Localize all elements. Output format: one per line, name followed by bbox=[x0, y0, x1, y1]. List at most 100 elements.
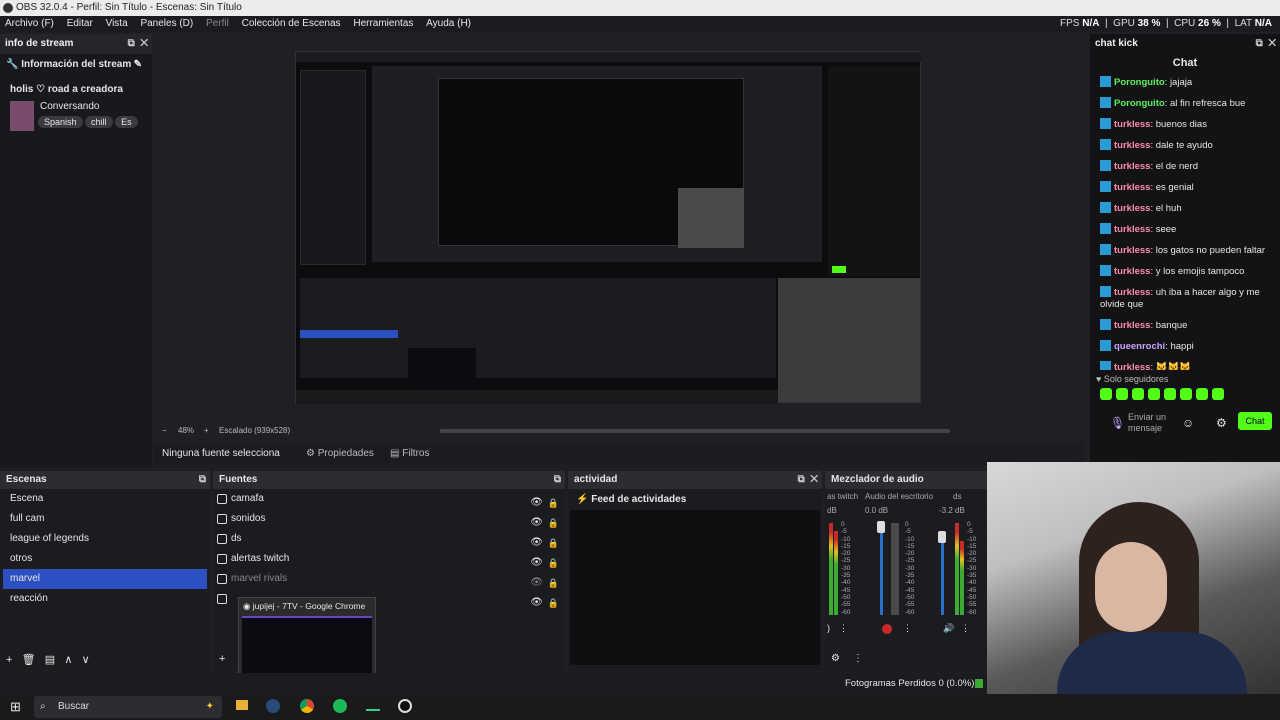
speaker-icon[interactable]: 🔊 bbox=[943, 623, 954, 634]
db-tick: -30 bbox=[967, 564, 977, 572]
chat-username[interactable]: turkless bbox=[1114, 119, 1150, 130]
muted-icon[interactable] bbox=[882, 624, 892, 634]
float-icon[interactable]: ⧉ bbox=[1256, 38, 1263, 49]
channel-db: -3.2 dB bbox=[939, 506, 965, 515]
emote-icon[interactable] bbox=[1212, 388, 1224, 400]
emote-icon[interactable] bbox=[1164, 388, 1176, 400]
lock-icon[interactable]: 🔒 bbox=[548, 593, 559, 613]
menu-ayuda[interactable]: Ayuda (H) bbox=[421, 16, 476, 32]
chat-username[interactable]: turkless bbox=[1114, 266, 1150, 277]
dock-menu-icon[interactable]: ⧉ bbox=[554, 471, 561, 489]
mic-icon[interactable]: 🎙 bbox=[1110, 416, 1125, 430]
chat-username[interactable]: Poronguito bbox=[1114, 77, 1165, 88]
zoom-in-icon[interactable]: + bbox=[204, 426, 209, 435]
emote-icon[interactable] bbox=[1100, 388, 1112, 400]
chat-username[interactable]: turkless bbox=[1114, 362, 1150, 370]
close-icon[interactable]: ✕ bbox=[810, 474, 818, 485]
source-label: camafa bbox=[231, 493, 264, 504]
chat-username[interactable]: queenrochi bbox=[1114, 341, 1165, 352]
settings-icon[interactable]: ⚙ bbox=[1216, 416, 1227, 430]
more-icon[interactable]: ⋮ bbox=[839, 623, 848, 634]
volume-slider[interactable] bbox=[880, 523, 883, 615]
source-item[interactable]: marvel rivals 👁 🔒 bbox=[213, 569, 565, 589]
chat-username[interactable]: turkless bbox=[1114, 182, 1150, 193]
chat-text: los gatos no pueden faltar bbox=[1155, 245, 1266, 256]
terminal-icon[interactable] bbox=[366, 701, 380, 711]
scene-item[interactable]: reacción bbox=[3, 589, 207, 609]
program-preview[interactable] bbox=[295, 51, 922, 404]
menu-archivo[interactable]: Archivo (F) bbox=[0, 16, 59, 32]
more-icon[interactable]: ⋮ bbox=[961, 623, 970, 634]
stats-bar: FPS N/A | GPU 38 % | CPU 26 % | LAT N/A bbox=[1059, 18, 1272, 29]
filters-button[interactable]: ▤ Filtros bbox=[390, 443, 429, 465]
source-item[interactable]: ds 👁 🔒 bbox=[213, 529, 565, 549]
scene-item[interactable]: full cam bbox=[3, 509, 207, 529]
chat-username[interactable]: turkless bbox=[1114, 161, 1150, 172]
emote-icon[interactable] bbox=[1180, 388, 1192, 400]
taskbar-search[interactable]: ⌕ Buscar ✦ bbox=[34, 696, 222, 718]
close-icon[interactable]: ✕ bbox=[140, 38, 148, 49]
remove-icon[interactable]: 🗑 bbox=[22, 654, 36, 666]
float-icon[interactable]: ⧉ bbox=[128, 38, 135, 49]
windows-start-icon[interactable]: ⊞ bbox=[10, 699, 21, 715]
chat-username[interactable]: turkless bbox=[1114, 224, 1150, 235]
emote-icon[interactable] bbox=[1196, 388, 1208, 400]
menu-perfil[interactable]: Perfil bbox=[201, 16, 234, 32]
source-item[interactable]: sonidos 👁 🔒 bbox=[213, 509, 565, 529]
menu-vista[interactable]: Vista bbox=[101, 16, 133, 32]
file-explorer-icon[interactable] bbox=[236, 700, 248, 710]
volume-meter bbox=[834, 531, 838, 615]
scene-item[interactable]: league of legends bbox=[3, 529, 207, 549]
horizontal-scrollbar[interactable] bbox=[440, 429, 950, 433]
slider-handle[interactable] bbox=[938, 531, 946, 543]
chat-username[interactable]: turkless bbox=[1114, 203, 1150, 214]
properties-button[interactable]: ⚙ Propiedades bbox=[306, 443, 374, 465]
chat-username[interactable]: turkless bbox=[1114, 320, 1150, 331]
menu-coleccion-escenas[interactable]: Colección de Escenas bbox=[237, 16, 346, 32]
db-tick: -20 bbox=[905, 550, 915, 558]
emote-icon[interactable] bbox=[1116, 388, 1128, 400]
chat-username[interactable]: turkless bbox=[1114, 140, 1150, 151]
close-icon[interactable]: ✕ bbox=[1268, 38, 1276, 49]
mute-icon[interactable]: ) bbox=[827, 623, 830, 633]
window-title: OBS 32.0.4 - Perfil: Sin Título - Escena… bbox=[16, 2, 242, 13]
chat-username[interactable]: Poronguito bbox=[1114, 98, 1165, 109]
chrome-icon[interactable] bbox=[300, 699, 314, 713]
slider-handle[interactable] bbox=[877, 521, 885, 533]
scene-list: Escena full cam league of legends otros marv… bbox=[0, 489, 210, 609]
source-item[interactable]: alertas twitch 👁 🔒 bbox=[213, 549, 565, 569]
move-down-icon[interactable]: ∨ bbox=[82, 654, 90, 666]
scene-item[interactable]: Escena bbox=[3, 489, 207, 509]
filter-icon[interactable]: ▤ bbox=[45, 654, 55, 666]
steam-icon[interactable] bbox=[266, 699, 280, 713]
spotify-icon[interactable] bbox=[333, 699, 347, 713]
dock-menu-icon[interactable]: ⧉ bbox=[199, 471, 206, 489]
menu-herramientas[interactable]: Herramientas bbox=[348, 16, 418, 32]
scene-item[interactable]: otros bbox=[3, 549, 207, 569]
emote-icon[interactable] bbox=[1132, 388, 1144, 400]
chat-username[interactable]: turkless bbox=[1114, 287, 1150, 298]
activity-feed bbox=[570, 510, 820, 665]
visibility-eye-icon[interactable]: 👁 bbox=[530, 593, 543, 613]
menu-paneles[interactable]: Paneles (D) bbox=[135, 16, 198, 32]
chat-input[interactable]: Enviar un mensaje bbox=[1128, 412, 1188, 434]
chat-message: turkless: buenos dias bbox=[1090, 114, 1280, 135]
zoom-out-icon[interactable]: − bbox=[162, 426, 167, 435]
move-up-icon[interactable]: ∧ bbox=[64, 654, 72, 666]
send-chat-button[interactable]: Chat bbox=[1238, 412, 1272, 430]
add-source-icon[interactable]: + bbox=[219, 653, 225, 665]
edit-icon[interactable]: ✎ bbox=[134, 54, 142, 76]
add-icon[interactable]: + bbox=[6, 654, 12, 666]
float-icon[interactable]: ⧉ bbox=[798, 474, 805, 485]
chat-username[interactable]: turkless bbox=[1114, 245, 1150, 256]
mixer-settings-icon[interactable]: ⚙ bbox=[831, 653, 840, 664]
more-icon[interactable]: ⋮ bbox=[903, 623, 912, 634]
mixer-menu-icon[interactable]: ⋮ bbox=[853, 653, 863, 664]
volume-slider[interactable] bbox=[941, 533, 944, 615]
obs-icon[interactable] bbox=[398, 699, 412, 713]
menu-editar[interactable]: Editar bbox=[62, 16, 98, 32]
emote-icon[interactable] bbox=[1148, 388, 1160, 400]
scene-item[interactable]: marvel bbox=[3, 569, 207, 589]
emoji-icon[interactable]: ☺ bbox=[1182, 416, 1194, 430]
source-item[interactable]: camafa 👁 🔒 bbox=[213, 489, 565, 509]
